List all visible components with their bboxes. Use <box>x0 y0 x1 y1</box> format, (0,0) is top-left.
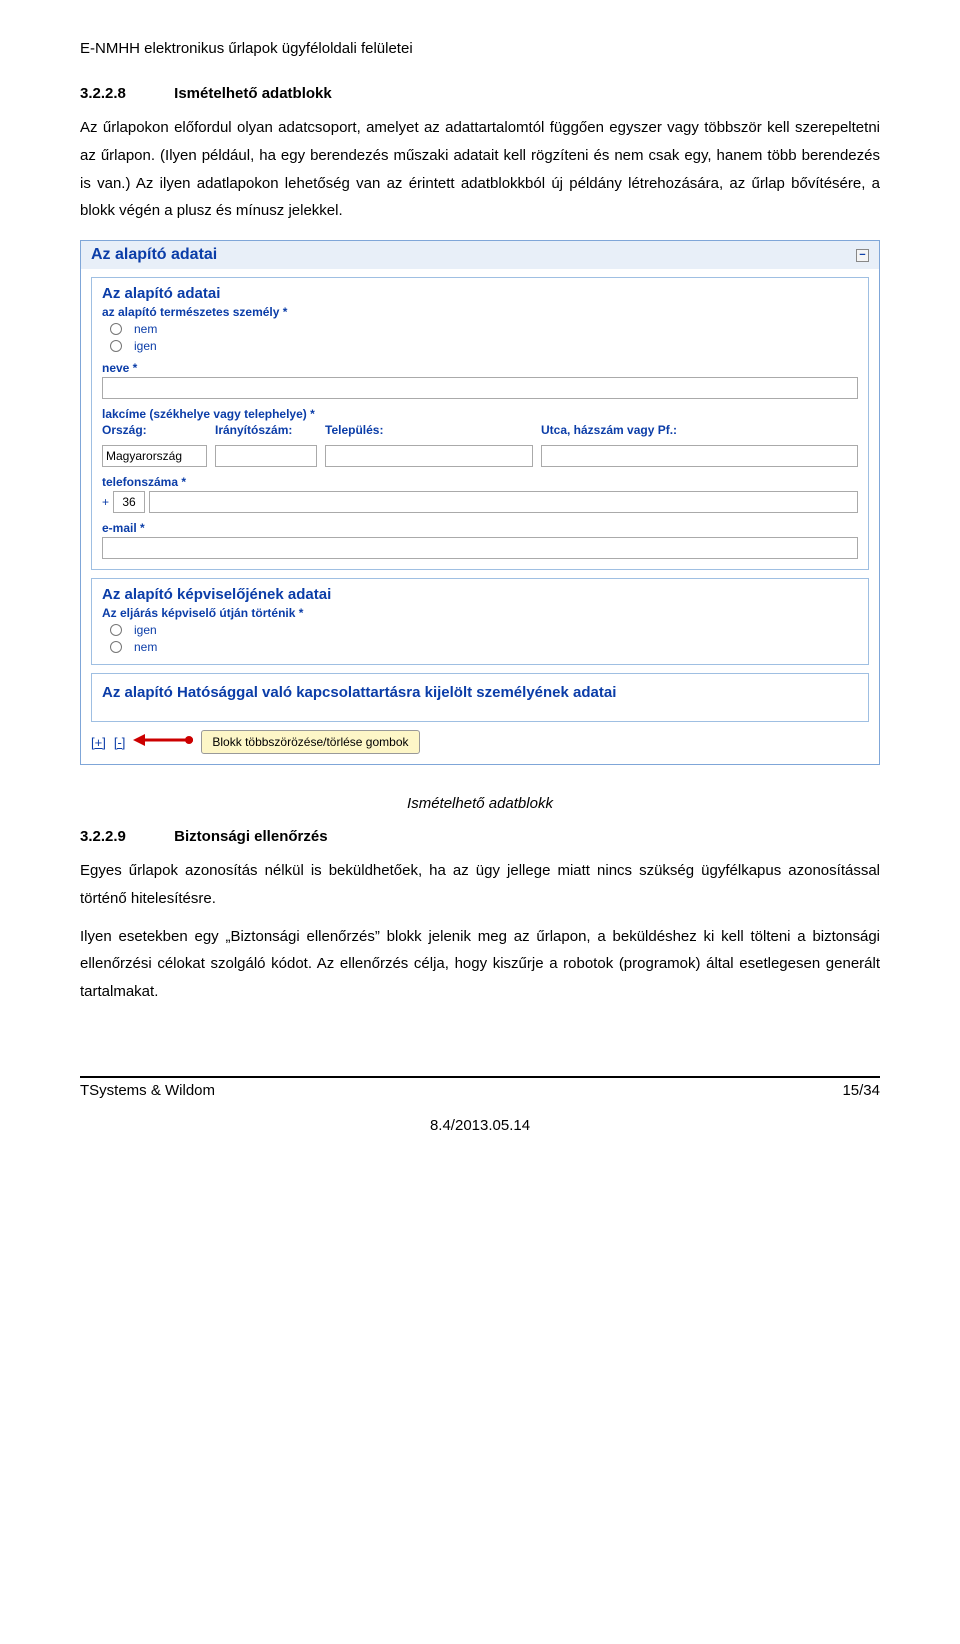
radio-natural-yes[interactable] <box>110 340 122 352</box>
addr-country-input[interactable] <box>102 445 207 467</box>
section-1-title: Ismételhető adatblokk <box>174 85 332 102</box>
addr-country-label: Ország: <box>102 423 207 437</box>
section-2-paragraph-1: Egyes űrlapok azonosítás nélkül is bekül… <box>80 857 880 913</box>
form-header-title: Az alapító adatai <box>91 246 217 264</box>
figure-caption: Ismételhető adatblokk <box>80 795 880 812</box>
addr-zip-label: Irányítószám: <box>215 423 317 437</box>
block-founder-data: Az alapító adatai az alapító természetes… <box>91 277 869 570</box>
radio-rep-yes-label: igen <box>134 623 157 637</box>
footer-page-number: 15/34 <box>842 1082 880 1099</box>
phone-plus-icon: + <box>102 495 109 509</box>
section-2-title: Biztonsági ellenőrzés <box>174 828 327 845</box>
section-1-heading: 3.2.2.8 Ismételhető adatblokk <box>80 85 880 102</box>
radio-natural-no[interactable] <box>110 323 122 335</box>
addr-city-input[interactable] <box>325 445 533 467</box>
block2-title: Az alapító képviselőjének adatai <box>102 586 858 603</box>
footer-left: TSystems & Wildom <box>80 1082 215 1099</box>
addr-city-label: Település: <box>325 423 533 437</box>
callout-arrow-icon <box>133 731 193 753</box>
radio-rep-no-label: nem <box>134 640 157 654</box>
remove-block-button[interactable]: [-] <box>114 735 126 750</box>
radio-rep-yes[interactable] <box>110 624 122 636</box>
section-2-paragraph-2: Ilyen esetekben egy „Biztonsági ellenőrz… <box>80 923 880 1006</box>
plus-minus-row: [+] [-] Blokk többszörözése/törlése gomb… <box>91 730 869 754</box>
addr-street-label: Utca, házszám vagy Pf.: <box>541 423 858 437</box>
section-2-heading: 3.2.2.9 Biztonsági ellenőrzés <box>80 828 880 845</box>
collapse-icon[interactable]: − <box>856 249 869 262</box>
name-input[interactable] <box>102 377 858 399</box>
section-1-paragraph: Az űrlapokon előfordul olyan adatcsoport… <box>80 114 880 225</box>
radio-natural-no-label: nem <box>134 322 157 336</box>
page-header: E-NMHH elektronikus űrlapok ügyféloldali… <box>80 40 880 57</box>
phone-cc-input[interactable] <box>113 491 145 513</box>
email-input[interactable] <box>102 537 858 559</box>
radio-natural-yes-label: igen <box>134 339 157 353</box>
page-footer: TSystems & Wildom 15/34 <box>80 1076 880 1099</box>
block1-title: Az alapító adatai <box>102 285 858 302</box>
name-label: neve * <box>102 361 858 375</box>
addr-zip-input[interactable] <box>215 445 317 467</box>
rep-question-label: Az eljárás képviselő útján történik * <box>102 606 858 620</box>
callout-tooltip: Blokk többszörözése/törlése gombok <box>201 730 419 754</box>
add-block-button[interactable]: [+] <box>91 735 106 750</box>
section-2-num: 3.2.2.9 <box>80 828 170 845</box>
footer-date: 8.4/2013.05.14 <box>80 1117 880 1134</box>
block-representative: Az alapító képviselőjének adatai Az eljá… <box>91 578 869 665</box>
section-1-num: 3.2.2.8 <box>80 85 170 102</box>
block3-title: Az alapító Hatósággal való kapcsolattart… <box>102 684 858 701</box>
radio-rep-no[interactable] <box>110 641 122 653</box>
address-group-label: lakcíme (székhelye vagy telephelye) * <box>102 407 858 421</box>
phone-number-input[interactable] <box>149 491 858 513</box>
block-contact-person: Az alapító Hatósággal való kapcsolattart… <box>91 673 869 722</box>
form-header-bar: Az alapító adatai − <box>81 241 879 269</box>
form-panel: Az alapító adatai − Az alapító adatai az… <box>80 240 880 765</box>
natural-person-label: az alapító természetes személy * <box>102 305 858 319</box>
addr-street-input[interactable] <box>541 445 858 467</box>
phone-label: telefonszáma * <box>102 475 858 489</box>
email-label: e-mail * <box>102 521 858 535</box>
